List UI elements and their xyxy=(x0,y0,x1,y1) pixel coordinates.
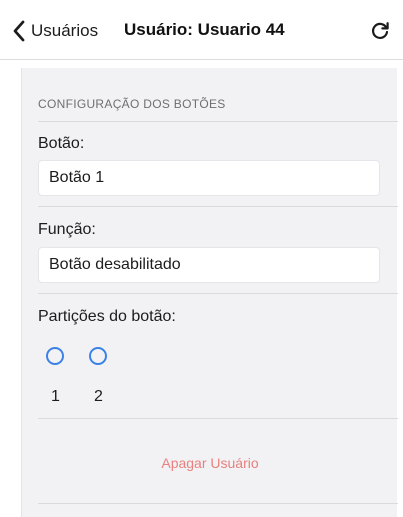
button-field-label: Botão: xyxy=(38,135,85,152)
divider xyxy=(38,293,398,294)
divider xyxy=(38,418,398,419)
partition-radio-1[interactable] xyxy=(46,347,64,365)
button-select[interactable]: Botão 1 xyxy=(38,160,380,196)
divider xyxy=(38,121,398,122)
divider xyxy=(38,503,398,504)
partitions-label: Partições do botão: xyxy=(38,308,176,325)
page-title: Usuário: Usuario 44 xyxy=(124,20,285,39)
chevron-left-icon xyxy=(12,20,25,42)
button-settings-panel: CONFIGURAÇÃO DOS BOTÕES Botão: Botão 1 F… xyxy=(21,68,398,517)
divider xyxy=(38,206,398,207)
refresh-button[interactable] xyxy=(370,21,390,41)
delete-user-button[interactable]: Apagar Usuário xyxy=(22,455,398,471)
partition-label-2: 2 xyxy=(94,388,103,405)
back-button-label: Usuários xyxy=(31,21,99,40)
navigation-bar: Usuários Usuário: Usuario 44 xyxy=(0,0,403,60)
back-button[interactable]: Usuários xyxy=(12,18,98,44)
partition-radio-2[interactable] xyxy=(89,347,107,365)
partition-label-1: 1 xyxy=(51,388,60,405)
function-select[interactable]: Botão desabilitado xyxy=(38,247,380,283)
section-header: CONFIGURAÇÃO DOS BOTÕES xyxy=(38,97,226,111)
function-field-label: Função: xyxy=(38,221,96,238)
refresh-icon xyxy=(370,21,390,41)
